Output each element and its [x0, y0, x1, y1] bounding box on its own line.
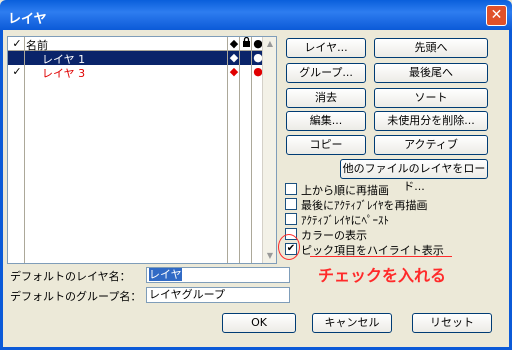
list-scrollbar[interactable]: ▲ ▼	[262, 37, 276, 263]
default-layer-label: デフォルトのレイヤ名：	[10, 270, 131, 283]
ok-button[interactable]: OK	[222, 313, 296, 333]
layer-list[interactable]: ✓ 名前 ◆ ● レイヤ 1 ◆ ● ✓ レイヤ 3 ◆ ● ▲ ▼	[7, 36, 277, 264]
delete-unused-button[interactable]: 未使用分を削除...	[374, 111, 488, 131]
layer-visible-check[interactable]: ✓	[10, 65, 24, 78]
group-button[interactable]: グループ...	[286, 63, 366, 83]
close-button[interactable]: ✕	[486, 5, 507, 26]
layer-name: レイヤ 3	[42, 67, 86, 80]
default-layer-input[interactable]: レイヤ	[146, 267, 290, 283]
window-title: レイヤ	[8, 12, 47, 27]
header-visible-check: ✓	[12, 37, 22, 50]
checkbox[interactable]	[285, 183, 297, 195]
column-divider	[239, 37, 240, 263]
copy-button[interactable]: コピー	[286, 135, 366, 155]
option-label: 最後にｱｸﾃｨﾌﾞﾚｲﾔを再描画	[301, 199, 428, 212]
layer-row[interactable]: ✓ レイヤ 3 ◆ ●	[8, 65, 264, 80]
default-group-label: デフォルトのグループ名：	[10, 290, 142, 303]
scroll-down-icon[interactable]: ▼	[263, 249, 277, 263]
column-divider	[251, 37, 252, 263]
delete-button[interactable]: 消去	[286, 88, 366, 108]
checkbox[interactable]	[285, 213, 297, 225]
active-button[interactable]: アクティブ	[374, 135, 488, 155]
option-label: 上から順に再描画	[301, 184, 389, 197]
default-group-value: レイヤグループ	[149, 288, 226, 301]
scroll-up-icon[interactable]: ▲	[263, 37, 277, 51]
title-bar: レイヤ ✕	[0, 0, 512, 30]
layer-button[interactable]: レイヤ...	[286, 38, 366, 58]
option-label: ｱｸﾃｨﾌﾞﾚｲﾔにﾍﾟｰｽﾄ	[301, 214, 389, 227]
annotation-circle	[278, 234, 300, 260]
checkbox[interactable]	[285, 198, 297, 210]
cancel-button[interactable]: キャンセル	[312, 313, 392, 333]
close-icon: ✕	[490, 7, 503, 23]
column-divider	[24, 37, 25, 263]
reset-button[interactable]: リセット	[412, 313, 492, 333]
move-first-button[interactable]: 先頭へ	[374, 38, 488, 58]
sort-button[interactable]: ソート	[374, 88, 488, 108]
column-divider	[227, 37, 228, 263]
annotation-underline	[310, 256, 452, 257]
move-last-button[interactable]: 最後尾へ	[374, 63, 488, 83]
option-label: カラーの表示	[301, 229, 367, 242]
default-group-input[interactable]: レイヤグループ	[146, 287, 290, 303]
layer-list-header: ✓ 名前 ◆ ●	[8, 36, 264, 52]
default-layer-value: レイヤ	[149, 268, 182, 281]
annotation-text: チェックを入れる	[318, 266, 447, 285]
load-other-file-button[interactable]: 他のファイルのレイヤをロード...	[340, 159, 488, 193]
layer-row[interactable]: レイヤ 1 ◆ ●	[8, 51, 264, 66]
edit-button[interactable]: 編集...	[286, 111, 366, 131]
